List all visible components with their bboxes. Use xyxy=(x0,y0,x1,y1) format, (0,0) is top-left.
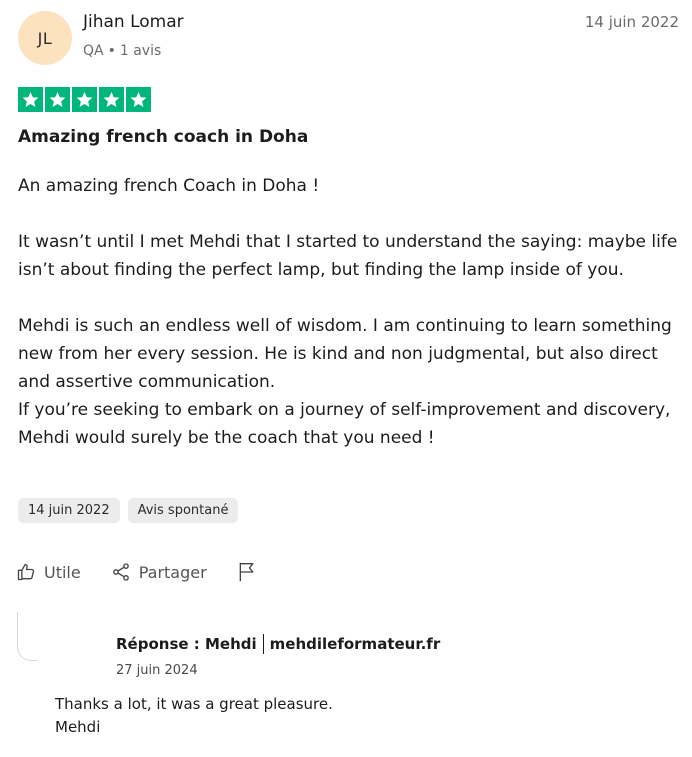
star-icon xyxy=(99,87,124,112)
review-count: 1 avis xyxy=(119,43,162,59)
star-icon xyxy=(72,87,97,112)
reply-text: Thanks a lot, it was a great pleasure. M… xyxy=(55,693,333,739)
reviewer-meta: QA • 1 avis xyxy=(83,43,161,59)
meta-separator: • xyxy=(107,43,116,59)
review-paragraph: Mehdi is such an endless well of wisdom.… xyxy=(18,316,672,392)
reply-line: Mehdi xyxy=(55,718,101,736)
avatar-initials: JL xyxy=(37,28,53,48)
review-title[interactable]: Amazing french coach in Doha xyxy=(18,127,308,147)
star-rating xyxy=(18,87,151,112)
review-date: 14 juin 2022 xyxy=(584,13,679,31)
useful-button[interactable]: Utile xyxy=(16,562,81,582)
share-label: Partager xyxy=(138,562,207,582)
star-icon xyxy=(126,87,151,112)
share-button[interactable]: Partager xyxy=(111,562,207,582)
review-body: An amazing french Coach in Doha ! It was… xyxy=(18,172,678,452)
reply-connector xyxy=(17,612,38,661)
flag-icon xyxy=(237,561,257,583)
company-name[interactable]: mehdileformateur.fr xyxy=(270,635,441,653)
reply-label: Réponse : Mehdi xyxy=(116,635,257,653)
avatar[interactable]: JL xyxy=(18,11,72,65)
review-actions: Utile Partager xyxy=(16,561,257,583)
useful-label: Utile xyxy=(44,562,81,582)
review-type-tag[interactable]: Avis spontané xyxy=(127,498,239,523)
reply-divider xyxy=(262,634,264,654)
reviewer-country: QA xyxy=(83,43,104,59)
star-icon xyxy=(18,87,43,112)
reply-line: Thanks a lot, it was a great pleasure. xyxy=(55,695,333,713)
reply-header: Réponse : Mehdi mehdileformateur.fr xyxy=(116,634,440,654)
reply-date: 27 juin 2024 xyxy=(116,663,198,678)
review-paragraph: It wasn’t until I met Mehdi that I start… xyxy=(18,232,678,280)
flag-button[interactable] xyxy=(237,561,257,583)
thumbs-up-icon xyxy=(16,562,36,582)
star-icon xyxy=(45,87,70,112)
reviewer-name[interactable]: Jihan Lomar xyxy=(83,12,184,32)
experience-date-tag: 14 juin 2022 xyxy=(18,498,120,523)
review-paragraph: If you’re seeking to embark on a journey… xyxy=(18,400,671,448)
review-tags: 14 juin 2022 Avis spontané xyxy=(18,498,239,523)
share-icon xyxy=(111,562,131,582)
review-paragraph: An amazing french Coach in Doha ! xyxy=(18,176,320,196)
